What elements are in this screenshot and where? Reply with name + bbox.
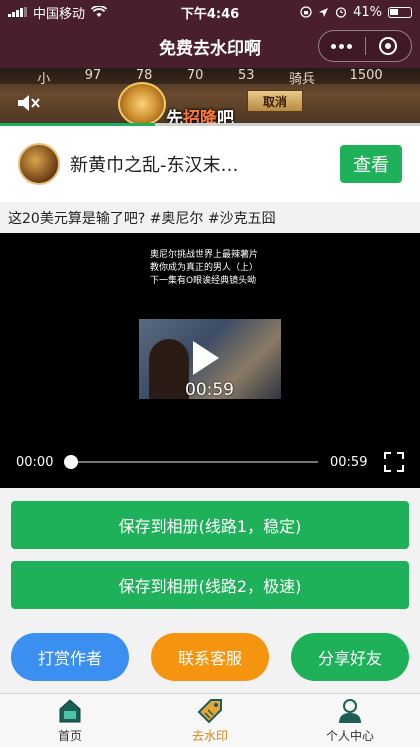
video-progress-track[interactable] <box>64 455 318 469</box>
location-icon <box>319 7 329 17</box>
ad-medallion-image <box>118 82 166 126</box>
home-icon <box>59 699 81 723</box>
tab-profile[interactable]: 个人中心 <box>280 694 420 747</box>
person-icon <box>339 699 361 723</box>
battery-percent: 41% <box>353 4 382 20</box>
status-time: 下午4:46 <box>180 6 240 22</box>
more-button[interactable] <box>319 31 365 61</box>
save-line2-button[interactable]: 保存到相册(线路2，极速) <box>11 561 409 609</box>
save-line1-button[interactable]: 保存到相册(线路1，稳定) <box>11 501 409 549</box>
tab-home[interactable]: 首页 <box>0 694 140 747</box>
share-friends-button[interactable]: 分享好友 <box>291 633 409 681</box>
game-avatar <box>18 143 60 185</box>
contact-service-button[interactable]: 联系客服 <box>151 633 269 681</box>
game-card[interactable]: 新黄巾之乱-东汉末… 查看 <box>0 126 420 202</box>
subtitle-line: 奥尼尔挑战世界上最辣薯片 <box>150 250 259 260</box>
carrier-label: 中国移动 <box>33 6 86 22</box>
total-time: 00:59 <box>330 454 368 470</box>
thumbnail-figure <box>149 339 189 399</box>
tab-label: 个人中心 <box>325 729 374 743</box>
ad-stat: 70 <box>186 68 204 83</box>
ad-stat: 1500 <box>349 68 383 83</box>
video-subtitle: 奥尼尔挑战世界上最辣薯片 教你成为真正的男人（上） 下一集有O眼诶经典镜头呦 <box>150 249 270 288</box>
ad-banner[interactable]: 小 97 78 70 53 骑兵 1500 先招降吧 取消 <box>0 68 420 126</box>
close-mini-program-button[interactable] <box>366 31 412 61</box>
tag-icon <box>197 699 222 724</box>
ad-stat: 53 <box>237 68 255 83</box>
ad-cancel-button[interactable]: 取消 <box>247 90 303 112</box>
subtitle-line: 教你成为真正的男人（上） <box>150 263 259 273</box>
battery-icon <box>388 6 412 18</box>
mute-icon[interactable] <box>16 92 42 114</box>
tab-watermark[interactable]: 去水印 <box>140 694 280 747</box>
tip-author-button[interactable]: 打赏作者 <box>11 633 129 681</box>
ad-stat: 小 <box>37 72 51 87</box>
tab-label: 去水印 <box>191 729 228 743</box>
mini-program-capsule <box>318 30 412 62</box>
game-title: 新黄巾之乱-东汉末… <box>70 155 239 176</box>
video-duration: 00:59 <box>185 380 234 400</box>
fullscreen-icon[interactable] <box>384 452 404 472</box>
tab-label: 首页 <box>57 729 82 743</box>
play-icon[interactable] <box>193 341 219 375</box>
video-progress-thumb[interactable] <box>64 455 78 469</box>
tab-bar: 首页 去水印 个人中心 <box>0 693 420 747</box>
video-controls: 00:00 00:59 <box>0 449 420 475</box>
target-icon <box>379 37 398 55</box>
ad-stat: 97 <box>84 68 102 83</box>
view-button[interactable]: 查看 <box>340 145 402 183</box>
post-caption: 这20美元算是输了吧? #奥尼尔 #沙克五囧 <box>0 202 420 233</box>
orientation-lock-icon <box>300 6 312 18</box>
ad-stats-row: 小 97 78 70 53 骑兵 1500 <box>0 68 420 87</box>
status-bar: 中国移动 下午4:46 41% <box>0 0 420 24</box>
page-title: 免费去水印啊 <box>159 38 261 59</box>
wifi-icon <box>91 6 108 17</box>
nav-bar: 免费去水印啊 <box>0 24 420 68</box>
alarm-icon <box>335 7 347 18</box>
current-time: 00:00 <box>16 454 54 470</box>
ad-stat: 骑兵 <box>289 72 316 87</box>
subtitle-line: 下一集有O眼诶经典镜头呦 <box>150 276 257 286</box>
video-player[interactable]: 奥尼尔挑战世界上最辣薯片 教你成为真正的男人（上） 下一集有O眼诶经典镜头呦 0… <box>0 233 420 488</box>
more-dots-icon <box>331 43 353 49</box>
signal-icon <box>8 7 27 17</box>
